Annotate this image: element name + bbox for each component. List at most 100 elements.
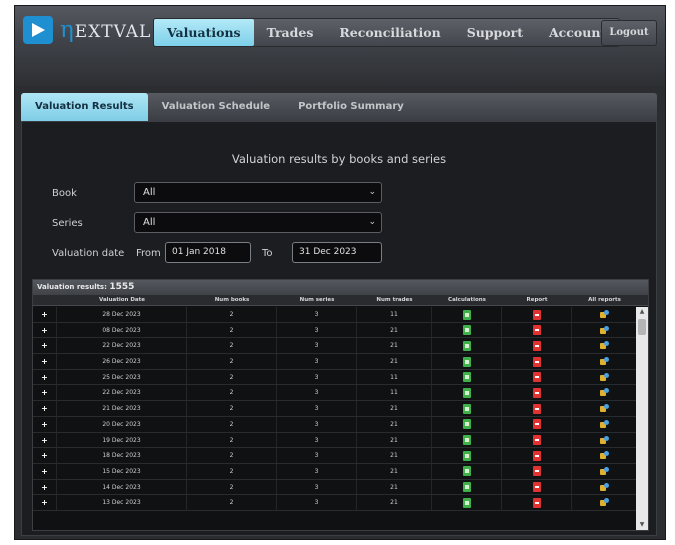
spreadsheet-icon[interactable] — [462, 435, 471, 445]
col-all-reports[interactable]: All reports — [572, 295, 637, 305]
scroll-up-arrow-icon[interactable]: ▲ — [636, 307, 648, 317]
table-row[interactable]: +08 Dec 2023 2 3 21 — [33, 322, 637, 339]
expand-row-icon[interactable]: + — [33, 338, 57, 354]
spreadsheet-icon[interactable] — [462, 450, 471, 461]
table-row[interactable]: +15 Dec 2023 2 3 21 — [33, 463, 637, 480]
pdf-icon[interactable] — [532, 387, 541, 398]
expand-row-icon[interactable]: + — [33, 354, 57, 369]
tab-valuation-results[interactable]: Valuation Results — [21, 93, 148, 121]
logo[interactable]: ηEXTVAL — [23, 16, 151, 44]
col-calculations[interactable]: Calculations — [432, 295, 502, 305]
logout-button[interactable]: Logout — [601, 20, 657, 46]
tab-valuation-schedule[interactable]: Valuation Schedule — [148, 93, 284, 121]
pdf-icon[interactable] — [532, 497, 541, 508]
pdf-icon[interactable] — [532, 356, 541, 367]
spreadsheet-icon[interactable] — [462, 309, 471, 320]
expand-row-icon[interactable]: + — [33, 401, 57, 416]
expand-row-icon[interactable]: + — [33, 495, 57, 510]
series-select[interactable]: All ⌄ — [134, 212, 382, 233]
scroll-down-arrow-icon[interactable]: ▼ — [636, 520, 648, 530]
cell-valuation-date: 19 Dec 2023 — [57, 432, 187, 448]
expand-row-icon[interactable]: + — [33, 385, 57, 401]
col-num-series[interactable]: Num series — [277, 295, 357, 305]
table-row[interactable]: +14 Dec 2023 2 3 21 — [33, 479, 637, 496]
col-num-trades[interactable]: Num trades — [357, 295, 432, 305]
pdf-icon[interactable] — [532, 403, 541, 414]
cell-num-books: 2 — [187, 307, 277, 322]
reports-bundle-icon[interactable] — [599, 325, 609, 335]
nav-valuations[interactable]: Valuations — [154, 19, 254, 46]
cell-num-books: 2 — [187, 369, 277, 385]
nav-support[interactable]: Support — [454, 19, 536, 46]
pdf-icon[interactable] — [532, 466, 541, 477]
reports-bundle-icon[interactable] — [599, 357, 609, 366]
reports-bundle-icon[interactable] — [599, 498, 609, 507]
reports-bundle-icon[interactable] — [599, 466, 609, 476]
scroll-thumb[interactable] — [638, 319, 646, 335]
spreadsheet-icon[interactable] — [462, 325, 471, 336]
reports-bundle-icon[interactable] — [599, 451, 609, 460]
reports-bundle-icon[interactable] — [599, 404, 609, 413]
table-row[interactable]: +13 Dec 2023 2 3 21 — [33, 495, 637, 511]
spreadsheet-icon[interactable] — [462, 387, 471, 398]
nav-reconciliation[interactable]: Reconciliation — [326, 19, 453, 46]
pdf-icon[interactable] — [532, 309, 541, 320]
table-row[interactable]: +25 Dec 2023 2 3 11 — [33, 369, 637, 386]
col-valuation-date[interactable]: Valuation Date — [57, 295, 187, 305]
reports-bundle-icon[interactable] — [599, 482, 609, 492]
spreadsheet-icon[interactable] — [462, 356, 471, 367]
reports-bundle-icon[interactable] — [599, 419, 609, 429]
tab-portfolio-summary[interactable]: Portfolio Summary — [284, 93, 418, 121]
pdf-icon[interactable] — [532, 340, 541, 351]
reports-bundle-icon[interactable] — [599, 372, 609, 382]
cell-num-books: 2 — [187, 416, 277, 432]
table-row[interactable]: +28 Dec 2023 2 3 11 — [33, 307, 637, 323]
nav-trades[interactable]: Trades — [254, 19, 327, 46]
table-row[interactable]: +26 Dec 2023 2 3 21 — [33, 354, 637, 370]
expand-row-icon[interactable]: + — [33, 463, 57, 479]
col-num-books[interactable]: Num books — [187, 295, 277, 305]
table-row[interactable]: +22 Dec 2023 2 3 11 — [33, 385, 637, 402]
cell-num-series: 3 — [277, 432, 357, 448]
expand-row-icon[interactable]: + — [33, 307, 57, 322]
cell-num-trades: 21 — [357, 354, 432, 369]
table-row[interactable]: +19 Dec 2023 2 3 21 — [33, 432, 637, 449]
icon-cell — [572, 338, 637, 354]
cell-valuation-date: 22 Dec 2023 — [57, 338, 187, 354]
from-label: From — [136, 248, 161, 259]
spreadsheet-icon[interactable] — [462, 482, 471, 493]
pdf-icon[interactable] — [532, 419, 541, 430]
spreadsheet-icon[interactable] — [462, 419, 471, 430]
reports-bundle-icon[interactable] — [599, 341, 609, 350]
table-row[interactable]: +18 Dec 2023 2 3 21 — [33, 448, 637, 464]
pdf-icon[interactable] — [532, 325, 541, 336]
expand-row-icon[interactable]: + — [33, 432, 57, 448]
spreadsheet-icon[interactable] — [462, 372, 471, 383]
spreadsheet-icon[interactable] — [462, 403, 471, 414]
expand-row-icon[interactable]: + — [33, 369, 57, 385]
expand-row-icon[interactable]: + — [33, 322, 57, 338]
to-date-input[interactable]: 31 Dec 2023 — [292, 242, 382, 263]
spreadsheet-icon[interactable] — [462, 466, 471, 477]
col-report[interactable]: Report — [502, 295, 572, 305]
reports-bundle-icon[interactable] — [599, 310, 609, 319]
pdf-icon[interactable] — [532, 450, 541, 461]
book-select[interactable]: All ⌄ — [134, 182, 382, 203]
table-row[interactable]: +21 Dec 2023 2 3 21 — [33, 401, 637, 417]
pdf-icon[interactable] — [532, 435, 541, 445]
from-date-input[interactable]: 01 Jan 2018 — [165, 242, 251, 263]
reports-bundle-icon[interactable] — [599, 435, 609, 445]
table-row[interactable]: +22 Dec 2023 2 3 21 — [33, 338, 637, 355]
expand-row-icon[interactable]: + — [33, 479, 57, 495]
grid-scrollbar[interactable]: ▲ ▼ — [636, 307, 648, 530]
expand-row-icon[interactable]: + — [33, 416, 57, 432]
pdf-icon[interactable] — [532, 482, 541, 493]
pdf-icon[interactable] — [532, 372, 541, 383]
reports-bundle-icon[interactable] — [599, 388, 609, 397]
expand-row-icon[interactable]: + — [33, 448, 57, 463]
cell-num-trades: 21 — [357, 495, 432, 510]
table-row[interactable]: +20 Dec 2023 2 3 21 — [33, 416, 637, 433]
spreadsheet-icon[interactable] — [462, 497, 471, 508]
app-header: ηEXTVAL Valuations Trades Reconciliation… — [15, 6, 665, 86]
spreadsheet-icon[interactable] — [462, 340, 471, 351]
